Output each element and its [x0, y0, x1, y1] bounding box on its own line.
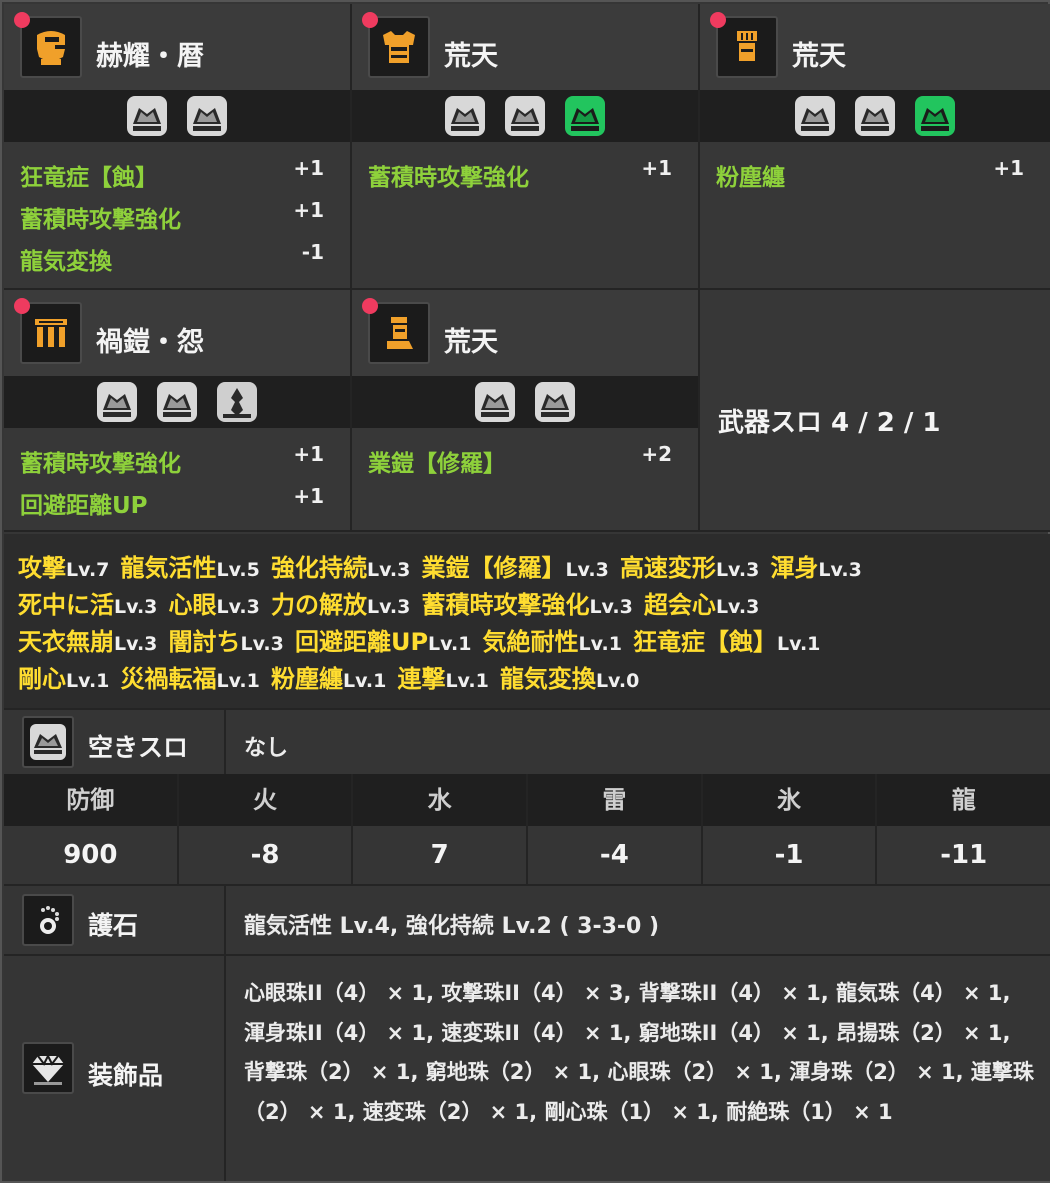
- slot-row: [4, 90, 350, 142]
- thunder-resist-value: -4: [528, 826, 703, 884]
- armor-skill: 蓄積時攻撃強化 +1: [368, 156, 672, 191]
- armor-header: 荒天: [700, 4, 1050, 90]
- summary-line: 死中に活Lv.3 心眼Lv.3 力の解放Lv.3 蓄積時攻撃強化Lv.3 超会心…: [18, 591, 760, 619]
- ice-resist-value: -1: [703, 826, 878, 884]
- decorations-value: 心眼珠II（4） × 1, 攻撃珠II（4） × 3, 背撃珠II（4） × 1…: [244, 981, 1034, 1124]
- defense-value-row: 900 -8 7 -4 -1 -11: [4, 826, 1050, 884]
- armor-card-head[interactable]: 赫耀・暦 狂竜症【蝕】 +1 蓄積時攻撃強化 +1 龍気変換 -1: [4, 4, 352, 290]
- armor-skill: 蓄積時攻撃強化 +1: [20, 442, 324, 477]
- helm-icon: [20, 16, 82, 78]
- thunder-resist-header: 雷: [528, 774, 703, 826]
- slot-lv4-icon: [475, 382, 515, 422]
- armor-name: 荒天: [444, 41, 498, 72]
- fire-resist-value: -8: [179, 826, 354, 884]
- fire-resist-header: 火: [179, 774, 354, 826]
- armor-skill: 狂竜症【蝕】 +1: [20, 156, 324, 191]
- waist-icon: [20, 302, 82, 364]
- label-cell: 装飾品: [4, 956, 226, 1181]
- armor-skill-list: 蓄積時攻撃強化 +1 回避距離UP +1: [4, 436, 350, 520]
- armor-card-leg[interactable]: 荒天 業鎧【修羅】 +2: [352, 290, 700, 532]
- decorations-row: 装飾品 心眼珠II（4） × 1, 攻撃珠II（4） × 3, 背撃珠II（4）…: [4, 954, 1050, 1181]
- slot-row: [700, 90, 1050, 142]
- empty-slots-row: 空きスロ なし: [4, 708, 1050, 774]
- summary-line: 剛心Lv.1 災禍転福Lv.1 粉塵纏Lv.1 連撃Lv.1 龍気変換Lv.0: [18, 665, 640, 693]
- equipment-panel: 赫耀・暦 狂竜症【蝕】 +1 蓄積時攻撃強化 +1 龍気変換 -1 荒天 蓄積時…: [0, 0, 1050, 1183]
- armor-skill: 龍気変換 -1: [20, 240, 324, 275]
- ice-resist-header: 氷: [703, 774, 878, 826]
- decorations-label: 装飾品: [88, 1061, 164, 1090]
- slot-lv4-icon: [187, 96, 227, 136]
- empty-slots-value: なし: [244, 736, 289, 761]
- armor-name: 荒天: [792, 41, 846, 72]
- talisman-row: 護石 龍気活性 Lv.4, 強化持続 Lv.2 ( 3-3-0 ): [4, 884, 1050, 954]
- slot-row: [352, 90, 698, 142]
- slot-lv4-icon: [795, 96, 835, 136]
- slot-gem-icon: [22, 716, 74, 768]
- slot-lv1-icon: [217, 382, 257, 422]
- defense-header-row: 防御 火 水 雷 氷 龍: [4, 774, 1050, 826]
- armor-skill: 業鎧【修羅】 +2: [368, 442, 672, 477]
- armor-skill-list: 業鎧【修羅】 +2: [352, 436, 698, 478]
- new-indicator-dot: [14, 298, 30, 314]
- summary-line: 天衣無崩Lv.3 闇討ちLv.3 回避距離UPLv.1 気絶耐性Lv.1 狂竜症…: [18, 628, 821, 656]
- new-indicator-dot: [362, 298, 378, 314]
- slot-lv4-green-icon: [565, 96, 605, 136]
- empty-slots-label: 空きスロ: [88, 733, 189, 762]
- water-resist-value: 7: [353, 826, 529, 884]
- summary-line: 攻撃Lv.7 龍気活性Lv.5 強化持続Lv.3 業鎧【修羅】Lv.3 高速変形…: [18, 554, 862, 582]
- armor-skill: 粉塵纏 +1: [716, 156, 1024, 191]
- slot-lv4-icon: [505, 96, 545, 136]
- armor-header: 荒天: [352, 4, 698, 90]
- weapon-slots-text: 武器スロ 4 / 2 / 1: [718, 408, 941, 438]
- slot-lv4-icon: [127, 96, 167, 136]
- armor-card-chest[interactable]: 荒天 蓄積時攻撃強化 +1: [352, 4, 700, 290]
- label-cell: 空きスロ: [4, 710, 226, 774]
- defense-header: 防御: [4, 774, 179, 826]
- armor-header: 荒天: [352, 290, 698, 376]
- leg-icon: [368, 302, 430, 364]
- talisman-value: 龍気活性 Lv.4, 強化持続 Lv.2 ( 3-3-0 ): [244, 914, 660, 939]
- water-resist-header: 水: [353, 774, 529, 826]
- slot-lv4-icon: [157, 382, 197, 422]
- armor-header: 赫耀・暦: [4, 4, 350, 90]
- talisman-label: 護石: [88, 911, 139, 940]
- armor-name: 禍鎧・怨: [96, 327, 204, 358]
- arm-icon: [716, 16, 778, 78]
- new-indicator-dot: [14, 12, 30, 28]
- armor-name: 赫耀・暦: [96, 41, 204, 72]
- armor-card-waist[interactable]: 禍鎧・怨 蓄積時攻撃強化 +1 回避距離UP +1: [4, 290, 352, 532]
- talisman-icon: [22, 894, 74, 946]
- armor-header: 禍鎧・怨: [4, 290, 350, 376]
- armor-card-arm[interactable]: 荒天 粉塵纏 +1: [700, 4, 1050, 290]
- slot-lv4-icon: [445, 96, 485, 136]
- armor-skill-list: 粉塵纏 +1: [700, 150, 1050, 192]
- slot-lv4-icon: [97, 382, 137, 422]
- slot-row: [352, 376, 698, 428]
- armor-skill-list: 狂竜症【蝕】 +1 蓄積時攻撃強化 +1 龍気変換 -1: [4, 150, 350, 276]
- slot-lv4-icon: [535, 382, 575, 422]
- label-cell: 護石: [4, 886, 226, 954]
- armor-skill: 回避距離UP +1: [20, 484, 324, 519]
- slot-lv4-green-icon: [915, 96, 955, 136]
- new-indicator-dot: [362, 12, 378, 28]
- armor-grid: 赫耀・暦 狂竜症【蝕】 +1 蓄積時攻撃強化 +1 龍気変換 -1 荒天 蓄積時…: [4, 4, 1050, 532]
- weapon-slots-card: 武器スロ 4 / 2 / 1: [700, 290, 1050, 532]
- armor-name: 荒天: [444, 327, 498, 358]
- chest-icon: [368, 16, 430, 78]
- armor-skill-list: 蓄積時攻撃強化 +1: [352, 150, 698, 192]
- decoration-gem-icon: [22, 1042, 74, 1094]
- slot-lv4-icon: [855, 96, 895, 136]
- new-indicator-dot: [710, 12, 726, 28]
- dragon-resist-header: 龍: [951, 786, 976, 814]
- defense-table: 防御 火 水 雷 氷 龍 900 -8 7 -4 -1 -11: [4, 774, 1050, 884]
- skill-summary: 攻撃Lv.7 龍気活性Lv.5 強化持続Lv.3 業鎧【修羅】Lv.3 高速変形…: [4, 534, 1050, 708]
- slot-row: [4, 376, 350, 428]
- armor-skill: 蓄積時攻撃強化 +1: [20, 198, 324, 233]
- dragon-resist-value: -11: [940, 840, 988, 870]
- defense-value: 900: [4, 826, 179, 884]
